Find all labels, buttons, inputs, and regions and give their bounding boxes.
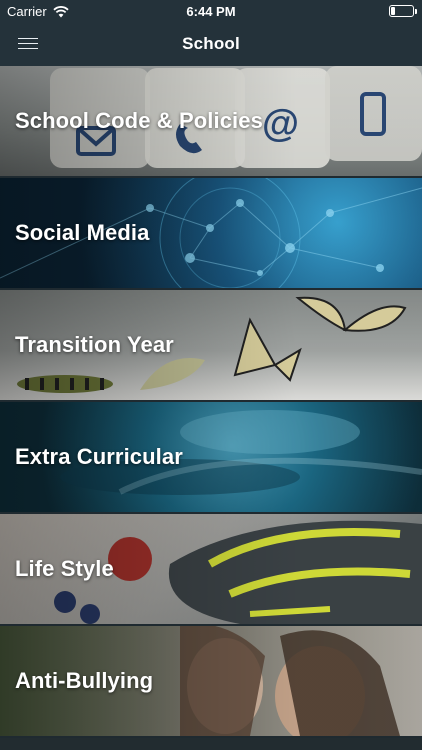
list-item-extra-curricular[interactable]: Extra Curricular [0,402,422,512]
status-bar: Carrier 6:44 PM [0,0,422,22]
list-item-anti-bullying[interactable]: Anti-Bullying [0,626,422,736]
list-item-label: Social Media [15,220,150,245]
hamburger-menu-icon[interactable] [18,34,38,52]
bottom-edge [0,738,422,750]
list-item-label: Anti-Bullying [15,668,154,693]
navigation-bar: School [0,22,422,66]
page-title: School [182,34,240,53]
list-item-social-media[interactable]: Social Media [0,178,422,288]
list-item-label: School Code & Policies [15,108,263,133]
list-item-transition-year[interactable]: Transition Year [0,290,422,400]
battery-icon [389,5,417,17]
list-item-life-style[interactable]: Life Style [0,514,422,624]
category-list: @ School Code & Policies [0,66,422,738]
list-item-label: Life Style [15,556,114,581]
list-item-label: Extra Curricular [15,444,183,469]
list-item-label: Transition Year [15,332,174,357]
list-item-school-code-policies[interactable]: @ School Code & Policies [0,66,422,176]
battery-level [391,7,395,15]
status-time: 6:44 PM [186,4,236,19]
